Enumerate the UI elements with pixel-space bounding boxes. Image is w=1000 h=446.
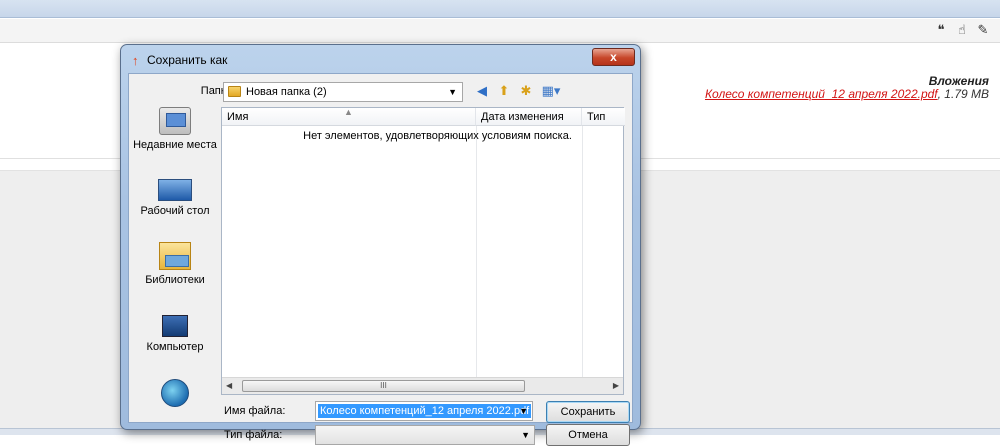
column-name[interactable]: Имя ▲ (222, 107, 476, 126)
app-icon: ↑ (132, 53, 139, 68)
column-type[interactable]: Тип (582, 108, 625, 126)
dialog-title: Сохранить как (147, 53, 228, 67)
filetype-select[interactable]: ▼ (315, 425, 535, 445)
toolbar-tools: ❝ ☝ ✎ (934, 22, 990, 38)
column-type-label: Тип (587, 111, 606, 123)
places-bar: Недавние места Рабочий стол Библиотеки К… (131, 107, 219, 407)
place-computer[interactable]: Компьютер (131, 311, 219, 354)
file-list[interactable]: Имя ▲ Дата изменения Тип Нет элементов, … (221, 107, 625, 395)
close-button[interactable]: x (592, 48, 635, 66)
filename-field[interactable]: Колесо компетенций_12 апреля 2022.pdf ▼ (315, 401, 533, 421)
desktop-icon (158, 179, 192, 201)
editor-toolbar (0, 19, 1000, 43)
quote-icon[interactable]: ❝ (934, 22, 948, 38)
new-folder-icon[interactable]: ✱ (518, 83, 534, 99)
empty-message: Нет элементов, удовлетворяющих условиям … (303, 130, 572, 142)
chevron-down-icon[interactable]: ▼ (519, 406, 528, 416)
column-date-label: Дата изменения (481, 111, 564, 123)
cancel-button[interactable]: Отмена (546, 424, 630, 446)
folder-select[interactable]: Новая папка (2) ▼ (223, 82, 463, 102)
column-date[interactable]: Дата изменения (476, 108, 582, 126)
place-label: Библиотеки (145, 274, 205, 286)
place-libraries[interactable]: Библиотеки (131, 242, 219, 287)
save-as-dialog: ↑ Сохранить как x Папка: Новая папка (2)… (120, 44, 641, 446)
filename-label: Имя файла: (224, 405, 286, 417)
attachment-link[interactable]: Колесо компетенций_12 апреля 2022.pdf (705, 87, 938, 101)
back-icon[interactable]: ◀ (474, 83, 490, 99)
folder-icon (228, 86, 241, 97)
horizontal-scrollbar[interactable]: ◀ III ▶ (222, 377, 623, 394)
place-label: Компьютер (146, 341, 204, 353)
place-network[interactable] (131, 379, 219, 411)
place-label: Рабочий стол (140, 205, 210, 217)
up-folder-icon[interactable]: ⬆ (496, 83, 512, 99)
save-button[interactable]: Сохранить (546, 401, 630, 423)
chevron-down-icon[interactable]: ▼ (448, 87, 457, 97)
place-recent[interactable]: Недавние места (131, 107, 219, 152)
scroll-left-icon[interactable]: ◀ (226, 381, 232, 390)
cursor-icon[interactable]: ☝ (955, 22, 969, 38)
libraries-icon (159, 242, 191, 270)
place-desktop[interactable]: Рабочий стол (131, 175, 219, 218)
nav-toolbar: ◀ ⬆ ✱ ▦▾ (474, 83, 562, 99)
column-name-label: Имя (227, 111, 249, 123)
chevron-down-icon[interactable]: ▼ (521, 430, 530, 440)
sort-arrow-icon: ▲ (344, 107, 353, 117)
filetype-label: Тип файла: (224, 429, 283, 441)
network-icon (161, 379, 189, 407)
computer-icon (162, 315, 188, 337)
pencil-icon[interactable]: ✎ (976, 22, 990, 38)
column-divider (476, 126, 477, 378)
column-divider (582, 126, 583, 378)
browser-top-bar (0, 0, 1000, 18)
view-menu-icon[interactable]: ▦▾ (540, 83, 562, 99)
place-label: Недавние места (133, 139, 217, 151)
dialog-body: Папка: Новая папка (2) ▼ ◀ ⬆ ✱ ▦▾ Недавн… (128, 73, 633, 446)
attachments-title: Вложения (928, 74, 989, 88)
attachment-size: , 1.79 MB (937, 87, 989, 101)
attachment-row: Колесо компетенций_12 апреля 2022.pdf, 1… (705, 87, 989, 101)
filename-value[interactable]: Колесо компетенций_12 апреля 2022.pdf (318, 404, 532, 418)
folder-value: Новая папка (2) (246, 86, 327, 98)
scroll-right-icon[interactable]: ▶ (613, 381, 619, 390)
scroll-thumb[interactable]: III (242, 380, 525, 392)
recent-places-icon (159, 107, 191, 135)
